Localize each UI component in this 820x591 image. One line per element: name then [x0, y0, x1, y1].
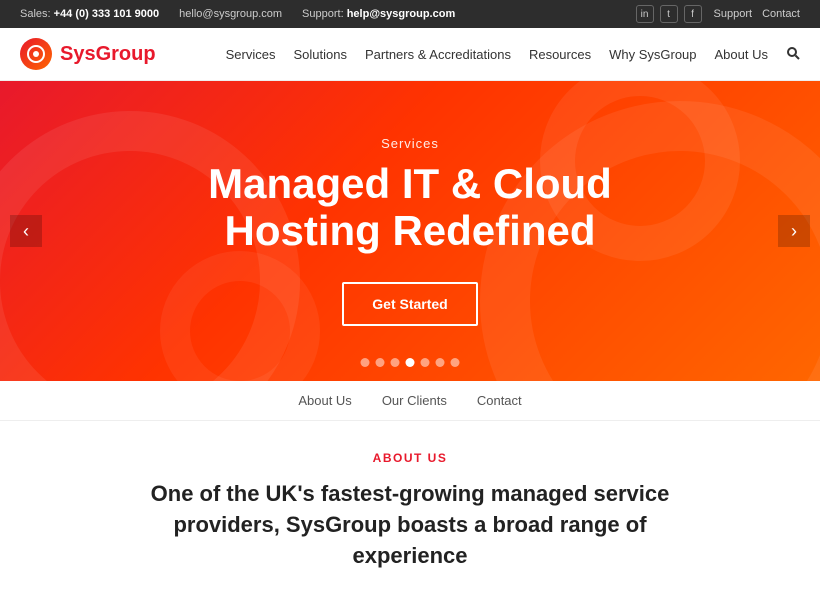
social-icons: in t f: [636, 5, 702, 23]
email-info: hello@sysgroup.com: [179, 8, 282, 20]
logo-icon: [20, 38, 52, 70]
nav-why-sysgroup[interactable]: Why SysGroup: [609, 47, 696, 62]
nav-about[interactable]: About Us: [715, 47, 768, 62]
dot-1[interactable]: [361, 358, 370, 367]
sec-nav-contact[interactable]: Contact: [477, 393, 522, 408]
nav-solutions[interactable]: Solutions: [294, 47, 347, 62]
top-bar: Sales: +44 (0) 333 101 9000 hello@sysgro…: [0, 0, 820, 28]
linkedin-icon[interactable]: in: [636, 5, 654, 23]
dot-5[interactable]: [421, 358, 430, 367]
twitter-icon[interactable]: t: [660, 5, 678, 23]
hero-cta-button[interactable]: Get Started: [342, 282, 477, 326]
support-info: Support: help@sysgroup.com: [302, 8, 455, 20]
dot-3[interactable]: [391, 358, 400, 367]
dot-2[interactable]: [376, 358, 385, 367]
sales-info: Sales: +44 (0) 333 101 9000: [20, 8, 159, 20]
sec-nav-about[interactable]: About Us: [298, 393, 351, 408]
nav-services[interactable]: Services: [226, 47, 276, 62]
facebook-icon[interactable]: f: [684, 5, 702, 23]
logo-text: SysGroup: [60, 43, 156, 66]
about-label: About Us: [20, 451, 800, 465]
hero-section: ‹ Services Managed IT & Cloud Hosting Re…: [0, 81, 820, 381]
hero-content: Services Managed IT & Cloud Hosting Rede…: [208, 136, 612, 325]
nav-partners[interactable]: Partners & Accreditations: [365, 47, 511, 62]
secondary-nav: About Us Our Clients Contact: [0, 381, 820, 421]
dot-7[interactable]: [451, 358, 460, 367]
hero-subtitle: Services: [208, 136, 612, 151]
slider-next-button[interactable]: ›: [778, 215, 810, 247]
main-nav: Services Solutions Partners & Accreditat…: [226, 46, 800, 63]
search-icon[interactable]: [786, 46, 800, 63]
top-bar-left: Sales: +44 (0) 333 101 9000 hello@sysgro…: [20, 8, 455, 20]
slider-dots: [361, 358, 460, 367]
slider-prev-button[interactable]: ‹: [10, 215, 42, 247]
nav-resources[interactable]: Resources: [529, 47, 591, 62]
logo[interactable]: SysGroup: [20, 38, 156, 70]
support-link[interactable]: Support: [714, 8, 753, 20]
contact-link-top[interactable]: Contact: [762, 8, 800, 20]
about-text: One of the UK's fastest-growing managed …: [130, 479, 690, 571]
dot-6[interactable]: [436, 358, 445, 367]
sec-nav-clients[interactable]: Our Clients: [382, 393, 447, 408]
dot-4[interactable]: [406, 358, 415, 367]
header: SysGroup Services Solutions Partners & A…: [0, 28, 820, 81]
hero-title: Managed IT & Cloud Hosting Redefined: [208, 161, 612, 253]
about-section: About Us One of the UK's fastest-growing…: [0, 421, 820, 591]
top-bar-links: Support Contact: [714, 8, 800, 20]
top-bar-right: in t f Support Contact: [636, 5, 800, 23]
